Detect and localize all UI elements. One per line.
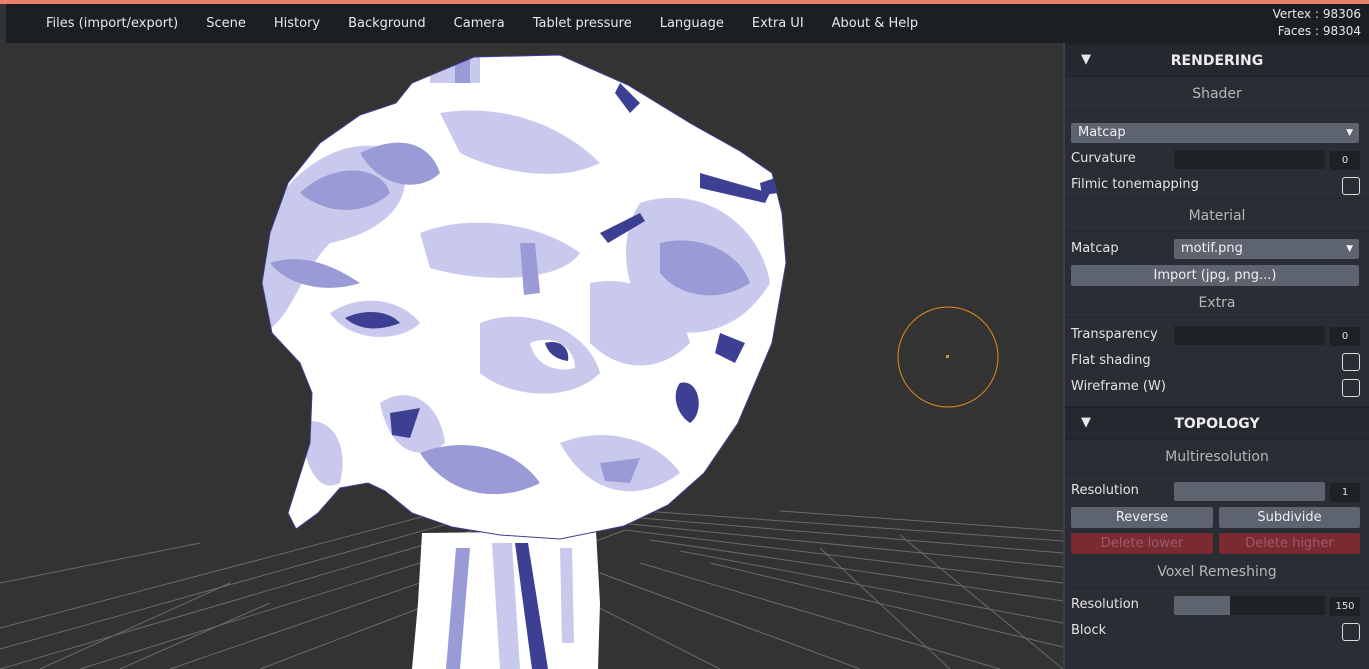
shader-select[interactable]: Matcap ▼	[1071, 123, 1359, 143]
menu-extra-ui[interactable]: Extra UI	[738, 4, 818, 43]
menu-files[interactable]: Files (import/export)	[46, 4, 192, 43]
matcap-select-value: motif.png	[1181, 241, 1243, 256]
voxel-remeshing-heading: Voxel Remeshing	[1065, 556, 1369, 588]
curvature-slider[interactable]	[1174, 150, 1325, 169]
wireframe-row: Wireframe (W)	[1065, 374, 1369, 400]
multires-resolution-value[interactable]: 1	[1330, 483, 1360, 502]
shader-heading: Shader	[1065, 77, 1369, 111]
3d-viewport[interactable]	[0, 43, 1063, 669]
main-menu: Files (import/export) Scene History Back…	[46, 4, 932, 43]
flat-shading-checkbox[interactable]	[1342, 353, 1360, 371]
material-heading: Material	[1065, 198, 1369, 232]
filmic-checkbox[interactable]	[1342, 177, 1360, 195]
transparency-slider[interactable]	[1174, 326, 1325, 345]
filmic-label: Filmic tonemapping	[1071, 177, 1199, 192]
multires-delete-row: Delete lower Delete higher	[1065, 530, 1369, 556]
wireframe-label: Wireframe (W)	[1071, 379, 1166, 394]
matcap-row: Matcap motif.png ▼	[1065, 236, 1369, 262]
matcap-select[interactable]: motif.png ▼	[1174, 239, 1359, 259]
menu-language[interactable]: Language	[646, 4, 738, 43]
brush-cursor	[897, 306, 999, 408]
subdivide-button[interactable]: Subdivide	[1219, 507, 1360, 528]
multires-resolution-row: Resolution 1	[1065, 478, 1369, 504]
voxel-resolution-slider-fill	[1174, 596, 1230, 615]
filmic-row: Filmic tonemapping	[1065, 172, 1369, 198]
delete-lower-button[interactable]: Delete lower	[1071, 533, 1213, 554]
topology-title: TOPOLOGY	[1174, 416, 1260, 432]
rendering-title: RENDERING	[1170, 53, 1264, 69]
flat-shading-label: Flat shading	[1071, 353, 1151, 368]
block-row: Block	[1065, 618, 1369, 644]
mesh-neck	[412, 531, 600, 669]
block-label: Block	[1071, 623, 1107, 638]
multiresolution-heading: Multiresolution	[1065, 440, 1369, 474]
curvature-row: Curvature 0	[1065, 146, 1369, 172]
menu-bar: Files (import/export) Scene History Back…	[6, 4, 1369, 43]
multires-resolution-slider-fill	[1174, 482, 1325, 501]
import-row: Import (jpg, png...)	[1065, 262, 1369, 288]
shader-select-value: Matcap	[1078, 125, 1126, 140]
curvature-label: Curvature	[1071, 151, 1136, 166]
curvature-value[interactable]: 0	[1330, 151, 1360, 170]
dropdown-arrow-icon: ▼	[1346, 128, 1353, 138]
menu-camera[interactable]: Camera	[440, 4, 519, 43]
voxel-resolution-value[interactable]: 150	[1330, 597, 1360, 616]
delete-higher-button[interactable]: Delete higher	[1219, 533, 1360, 554]
mesh-stats: Vertex : 98306 Faces : 98304	[1273, 6, 1361, 40]
menu-about-help[interactable]: About & Help	[818, 4, 932, 43]
vertex-count: Vertex : 98306	[1272, 7, 1361, 21]
wireframe-checkbox[interactable]	[1342, 379, 1360, 397]
dropdown-arrow-icon: ▼	[1346, 244, 1353, 254]
face-count: Faces : 98304	[1277, 24, 1361, 38]
extra-heading: Extra	[1065, 288, 1369, 318]
voxel-resolution-slider[interactable]	[1174, 596, 1325, 615]
topology-section-header[interactable]: ▼ TOPOLOGY	[1065, 406, 1369, 440]
menu-tablet-pressure[interactable]: Tablet pressure	[519, 4, 646, 43]
flat-shading-row: Flat shading	[1065, 348, 1369, 374]
matcap-label: Matcap	[1071, 241, 1119, 256]
scene-canvas[interactable]	[0, 43, 1063, 669]
import-matcap-button[interactable]: Import (jpg, png...)	[1071, 265, 1359, 286]
multires-resolution-slider[interactable]	[1174, 482, 1325, 501]
reverse-button[interactable]: Reverse	[1071, 507, 1213, 528]
voxel-resolution-label: Resolution	[1071, 597, 1139, 612]
block-checkbox[interactable]	[1342, 623, 1360, 641]
transparency-value[interactable]: 0	[1330, 327, 1360, 346]
menu-scene[interactable]: Scene	[192, 4, 260, 43]
shader-row: Matcap ▼	[1065, 120, 1369, 146]
rendering-section-header[interactable]: ▼ RENDERING	[1065, 43, 1369, 77]
transparency-row: Transparency 0	[1065, 322, 1369, 348]
transparency-label: Transparency	[1071, 327, 1158, 342]
multires-buttons-row: Reverse Subdivide	[1065, 504, 1369, 530]
menu-background[interactable]: Background	[334, 4, 440, 43]
sculpt-app: Files (import/export) Scene History Back…	[0, 0, 1369, 669]
sculpted-head-mesh	[261, 54, 787, 540]
side-panel: ▼ RENDERING Shader Matcap ▼ Curvature 0 …	[1063, 43, 1369, 669]
menu-history[interactable]: History	[260, 4, 334, 43]
voxel-resolution-row: Resolution 150	[1065, 592, 1369, 618]
multires-resolution-label: Resolution	[1071, 483, 1139, 498]
